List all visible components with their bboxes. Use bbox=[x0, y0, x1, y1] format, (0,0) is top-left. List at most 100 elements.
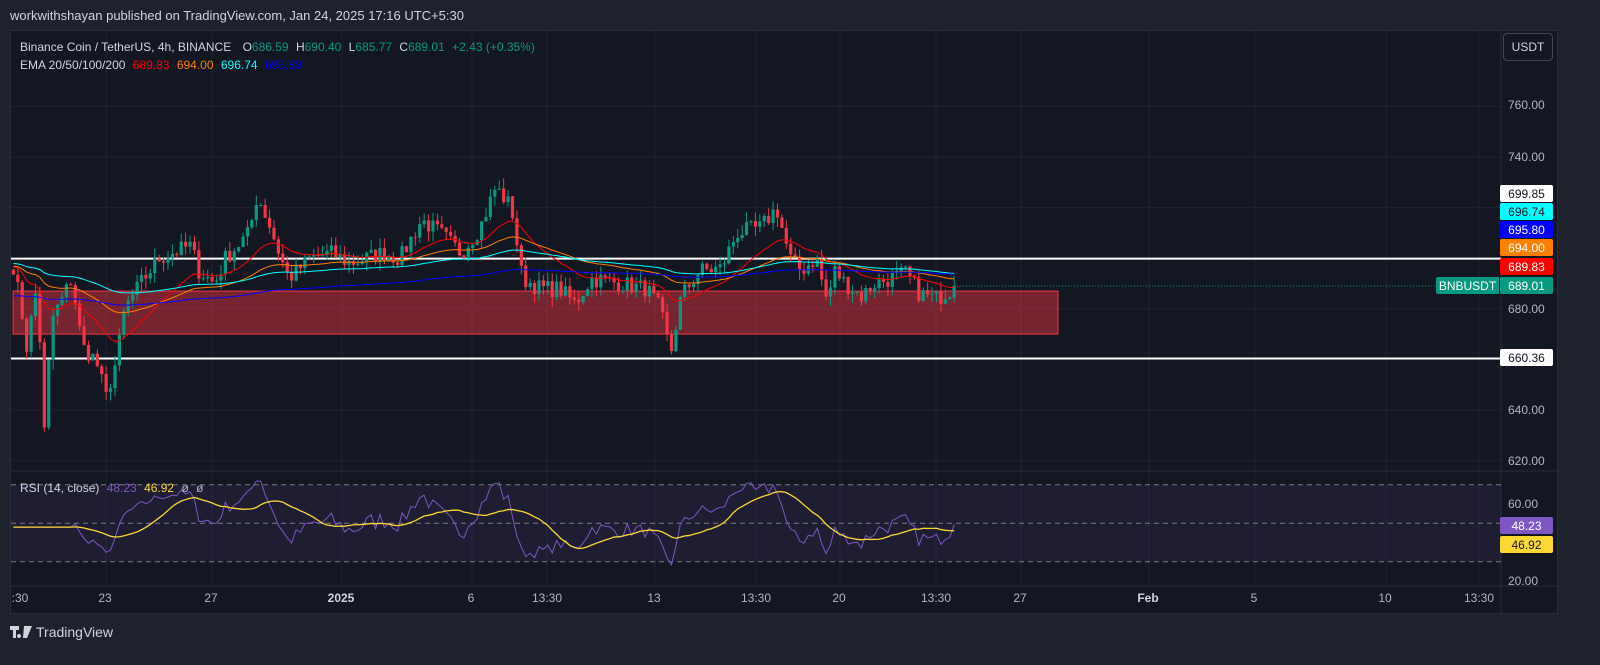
low-value: 685.77 bbox=[355, 40, 393, 54]
candle-body bbox=[934, 291, 939, 294]
time-tick: 13 bbox=[647, 591, 661, 605]
candle-body bbox=[886, 281, 890, 287]
candle-body bbox=[948, 297, 952, 300]
candle-body bbox=[926, 290, 930, 295]
candle-body bbox=[762, 215, 766, 222]
ema-legend: EMA 20/50/100/200 689.83 694.00 696.74 6… bbox=[20, 58, 306, 72]
candle-body bbox=[753, 221, 757, 227]
candle-body bbox=[811, 265, 815, 267]
candle-body bbox=[603, 275, 607, 278]
rsi-band bbox=[11, 484, 1501, 562]
candle-body bbox=[519, 245, 523, 266]
candle-body bbox=[555, 281, 559, 298]
candle-body bbox=[73, 284, 77, 304]
candle-body bbox=[11, 269, 15, 275]
candle-body bbox=[873, 288, 877, 292]
time-tick: Feb bbox=[1137, 591, 1159, 605]
candle-body bbox=[550, 281, 554, 298]
candle-body bbox=[488, 196, 492, 217]
candle-body bbox=[775, 209, 780, 218]
level-high-tag: 699.85 bbox=[1500, 185, 1553, 202]
candle-body bbox=[139, 275, 144, 282]
candle-body bbox=[903, 266, 908, 268]
candle-body bbox=[307, 256, 311, 258]
open-value: 686.59 bbox=[251, 40, 289, 54]
time-tick: 23 bbox=[98, 591, 112, 605]
rsi-tick: 20.00 bbox=[1508, 574, 1539, 588]
candle-body bbox=[237, 246, 241, 252]
time-tick: 13:30 bbox=[532, 591, 563, 605]
time-tick: 20 bbox=[832, 591, 846, 605]
candle-body bbox=[709, 268, 713, 273]
candle-body bbox=[42, 342, 46, 428]
candle-body bbox=[60, 296, 64, 305]
candle-body bbox=[20, 282, 24, 319]
candle-body bbox=[630, 277, 634, 293]
chart-canvas[interactable] bbox=[11, 31, 1559, 615]
candle-body bbox=[192, 241, 197, 251]
candle-body bbox=[815, 258, 819, 267]
symbol-title: Binance Coin / TetherUS, 4h, BINANCE bbox=[20, 40, 232, 54]
candle-body bbox=[356, 263, 360, 265]
candle-body bbox=[528, 282, 532, 288]
candle-body bbox=[524, 265, 528, 288]
candle-body bbox=[184, 241, 188, 247]
candle-body bbox=[100, 366, 104, 375]
candle-body bbox=[687, 284, 691, 288]
candle-body bbox=[276, 239, 280, 254]
candle-body bbox=[329, 245, 333, 251]
candle-body bbox=[29, 316, 33, 352]
candle-body bbox=[400, 246, 404, 265]
open-label: O bbox=[242, 40, 252, 54]
rsi-tick: 60.00 bbox=[1508, 497, 1539, 511]
time-tick: 5 bbox=[1250, 591, 1258, 605]
candle-body bbox=[431, 220, 435, 232]
candle-body bbox=[714, 266, 718, 273]
candle-body bbox=[426, 220, 431, 232]
candle-body bbox=[25, 318, 29, 352]
publisher-caption: workwithshayan published on TradingView.… bbox=[10, 8, 464, 23]
candle-body bbox=[404, 246, 409, 253]
candle-body bbox=[877, 279, 881, 289]
candle-body bbox=[471, 244, 475, 248]
candle-body bbox=[55, 304, 60, 316]
candle-body bbox=[749, 221, 753, 223]
chart-frame[interactable]: Binance Coin / TetherUS, 4h, BINANCE O68… bbox=[10, 30, 1559, 615]
time-tick: 13:30 bbox=[921, 591, 952, 605]
tradingview-logo-icon bbox=[10, 626, 32, 638]
candle-body bbox=[157, 258, 161, 262]
candle-body bbox=[855, 291, 859, 293]
change-value: +2.43 (+0.35%) bbox=[452, 40, 535, 54]
currency-button[interactable]: USDT bbox=[1503, 33, 1553, 61]
candle-body bbox=[91, 353, 95, 361]
high-value: 690.40 bbox=[304, 40, 342, 54]
time-tick: 6 bbox=[467, 591, 475, 605]
candle-body bbox=[718, 264, 722, 267]
candle-body bbox=[170, 254, 174, 259]
candle-body bbox=[656, 292, 660, 298]
candle-body bbox=[303, 256, 307, 269]
candle-body bbox=[484, 216, 488, 222]
candle-body bbox=[462, 255, 466, 259]
candle-body bbox=[590, 277, 594, 290]
candle-body bbox=[881, 279, 886, 282]
candle-body bbox=[621, 290, 625, 292]
price-tick: 680.00 bbox=[1508, 302, 1545, 316]
candle-body bbox=[479, 221, 484, 241]
candle-body bbox=[38, 293, 42, 343]
candle-body bbox=[930, 293, 934, 295]
candle-body bbox=[206, 276, 210, 279]
time-tick: 13:30 bbox=[1464, 591, 1495, 605]
candle-body bbox=[722, 263, 727, 265]
candle-body bbox=[837, 266, 841, 279]
candle-body bbox=[201, 278, 205, 280]
candle-body bbox=[859, 291, 863, 302]
candle-body bbox=[188, 241, 192, 247]
time-tick: 2025 bbox=[327, 591, 355, 605]
tradingview-logo[interactable]: TradingView bbox=[10, 624, 113, 640]
candle-body bbox=[678, 296, 682, 330]
candle-body bbox=[581, 295, 585, 303]
candle-body bbox=[493, 189, 497, 197]
ema50-tag: 694.00 bbox=[1500, 239, 1553, 256]
candle-body bbox=[369, 249, 373, 253]
